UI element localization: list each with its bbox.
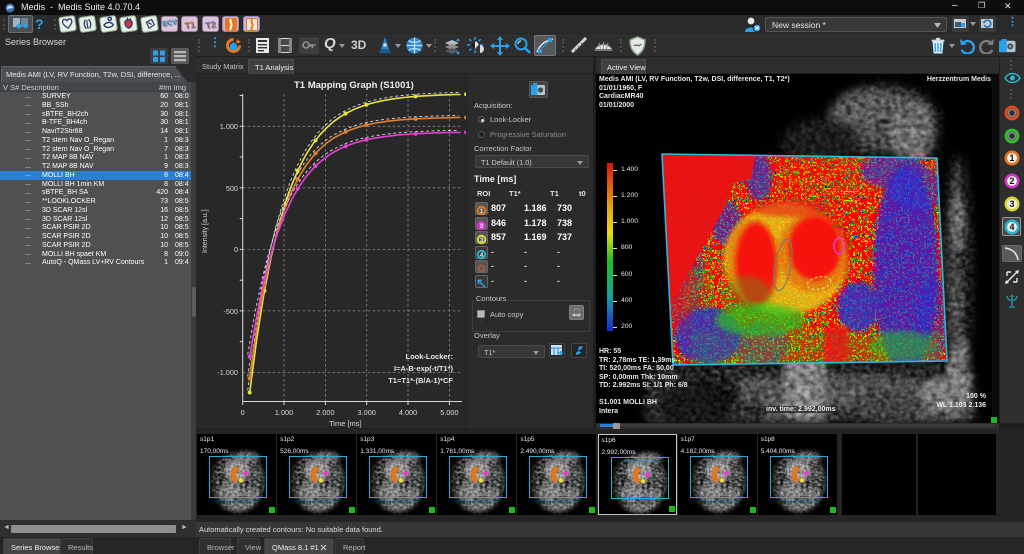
svg-text:1: 1 (1009, 153, 1014, 163)
svg-text:2: 2 (1009, 176, 1014, 186)
svg-text:3: 3 (1009, 199, 1014, 209)
svg-text:1: 1 (480, 208, 484, 215)
svg-text:4: 4 (480, 252, 484, 259)
svg-text:3: 3 (480, 237, 484, 244)
svg-text:2: 2 (480, 223, 484, 230)
svg-text:4: 4 (1009, 222, 1014, 232)
